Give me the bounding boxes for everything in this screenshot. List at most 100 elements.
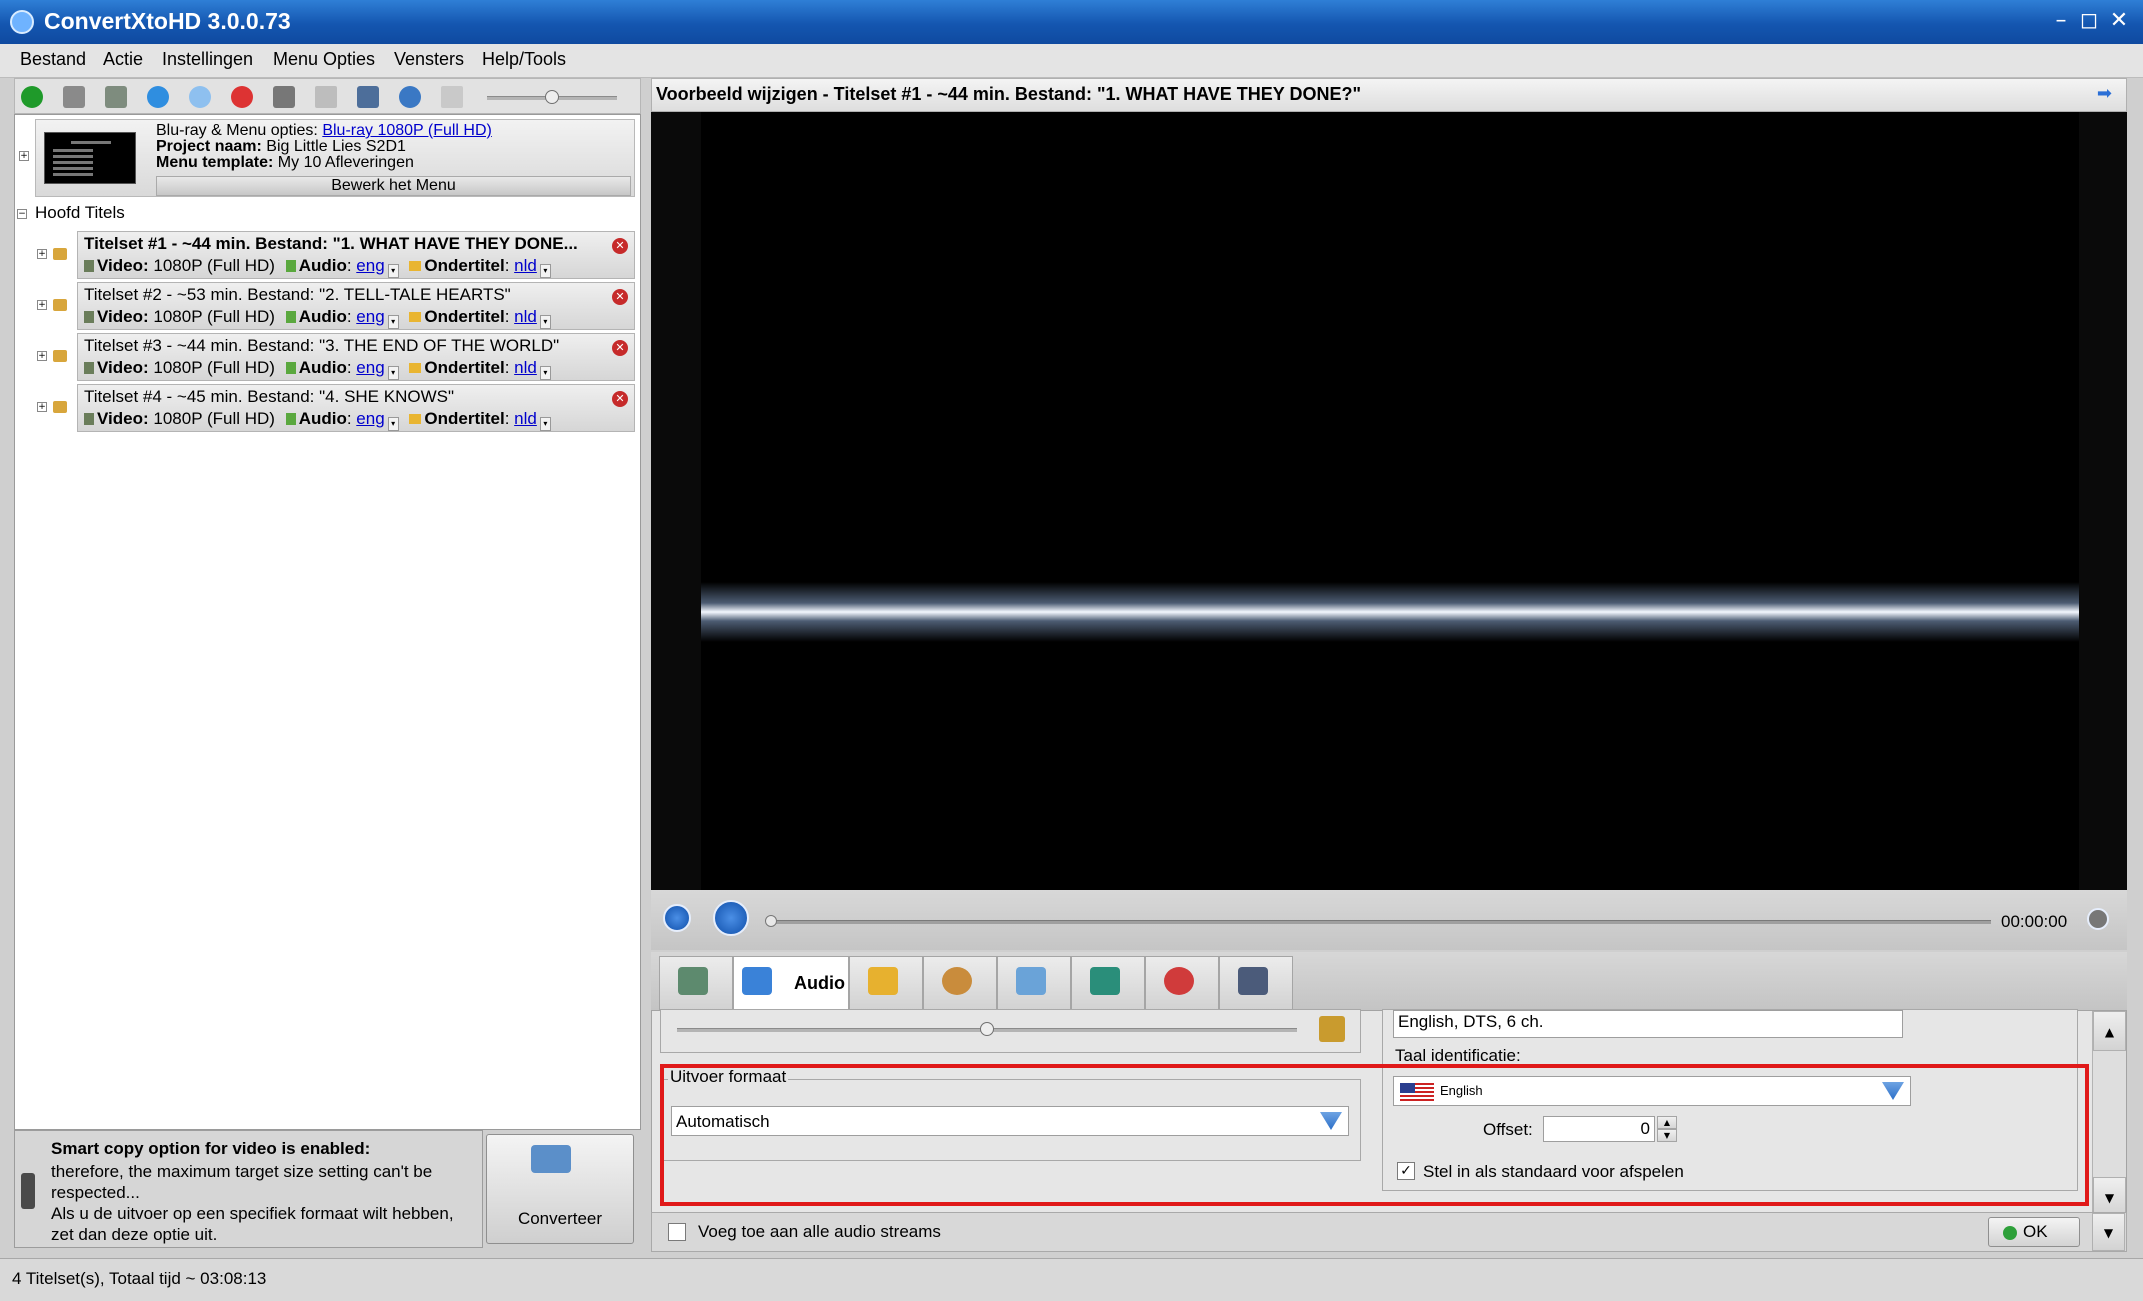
restore-button[interactable]: ◻: [2074, 6, 2104, 36]
seek-bar[interactable]: [769, 920, 1991, 924]
expand-titleset-2-icon[interactable]: +: [37, 300, 47, 310]
download-icon[interactable]: [147, 86, 169, 108]
video-tab[interactable]: [659, 956, 733, 1010]
menu-actie[interactable]: Actie: [103, 49, 143, 70]
menu-options-box: Blu-ray & Menu opties: Blu-ray 1080P (Fu…: [35, 119, 635, 197]
subtitle-tab[interactable]: [849, 956, 923, 1010]
add-all-streams-label: Voeg toe aan alle audio streams: [698, 1222, 941, 1241]
stream-description-field: English, DTS, 6 ch.: [1393, 1010, 1903, 1038]
expand-titleset-3-icon[interactable]: +: [37, 351, 47, 361]
play-button[interactable]: [713, 900, 749, 936]
preview-header: Voorbeeld wijzigen - Titelset #1 - ~44 m…: [651, 78, 2127, 112]
audio-link[interactable]: eng: [356, 409, 384, 428]
menu-thumbnail[interactable]: [44, 132, 136, 184]
save-icon[interactable]: [63, 86, 85, 108]
audio-link[interactable]: eng: [356, 358, 384, 377]
collapse-main-titles-icon[interactable]: −: [17, 209, 27, 219]
titleset-details: Video: 1080P (Full HD) Audio: eng ▾ Onder…: [84, 409, 551, 431]
titleset-title: Titelset #4 - ~45 min. Bestand: "4. SHE …: [84, 387, 454, 406]
titleset-2[interactable]: Titelset #2 - ~53 min. Bestand: "2. TELL…: [77, 282, 635, 330]
arrow-right-icon[interactable]: ➡: [2097, 83, 2112, 104]
convert-button[interactable]: Converteer: [486, 1134, 634, 1244]
app-icon: [10, 10, 34, 34]
audio-dropdown[interactable]: ▾: [387, 366, 399, 380]
project-name-label: Project naam:: [156, 138, 262, 155]
monitor-icon[interactable]: [357, 86, 379, 108]
cut-tab[interactable]: [1145, 956, 1219, 1010]
subtitle-link[interactable]: nld: [514, 256, 537, 275]
add-icon[interactable]: [21, 86, 43, 108]
page-icon[interactable]: [315, 86, 337, 108]
titleset-title: Titelset #1 - ~44 min. Bestand: "1. WHAT…: [84, 234, 578, 253]
subtitle-dropdown[interactable]: ▾: [539, 417, 551, 431]
menu-vensters[interactable]: Vensters: [394, 49, 464, 70]
remove-titleset-icon[interactable]: ✕: [612, 391, 628, 407]
titleset-1[interactable]: Titelset #1 - ~44 min. Bestand: "1. WHAT…: [77, 231, 635, 279]
chapters-tab[interactable]: [923, 956, 997, 1010]
subtitle-dropdown[interactable]: ▾: [539, 264, 551, 278]
audio-link[interactable]: eng: [356, 256, 384, 275]
subtitle-label: Ondertitel: [424, 307, 505, 326]
disc-icon[interactable]: [399, 86, 421, 108]
resize-icon: [1090, 967, 1120, 995]
delete-icon[interactable]: [231, 86, 253, 108]
menu-bestand[interactable]: Bestand: [20, 49, 86, 70]
document-icon[interactable]: [441, 86, 463, 108]
remove-titleset-icon[interactable]: ✕: [612, 238, 628, 254]
stream-description: English, DTS, 6 ch.: [1398, 1012, 1544, 1031]
expand-project-icon[interactable]: +: [19, 151, 29, 161]
info-icon[interactable]: [189, 86, 211, 108]
titleset-details: Video: 1080P (Full HD) Audio: eng ▾ Onder…: [84, 307, 551, 329]
bluray-options-link[interactable]: Blu-ray 1080P (Full HD): [322, 122, 492, 139]
scroll-down-button[interactable]: ▼: [2093, 1177, 2126, 1217]
remove-titleset-icon[interactable]: ✕: [612, 289, 628, 305]
subtitle-link[interactable]: nld: [514, 409, 537, 428]
main-titles-node[interactable]: Hoofd Titels: [35, 203, 125, 223]
audio-dropdown[interactable]: ▾: [387, 315, 399, 329]
video-preview[interactable]: [651, 112, 2127, 890]
title-bar: ConvertXtoHD 3.0.0.73 – ◻ ✕: [0, 0, 2143, 44]
scroll-down-small-button[interactable]: ▼: [2092, 1213, 2125, 1251]
audio-tab-label: Audio: [794, 973, 845, 993]
vertical-scrollbar[interactable]: ▲ ▼: [2092, 1011, 2126, 1217]
volume-knob[interactable]: [980, 1022, 994, 1036]
titleset-3[interactable]: Titelset #3 - ~44 min. Bestand: "3. THE …: [77, 333, 635, 381]
stop-button[interactable]: [663, 904, 691, 932]
subtitle-link[interactable]: nld: [514, 358, 537, 377]
audio-dropdown[interactable]: ▾: [387, 417, 399, 431]
minimize-button[interactable]: –: [2046, 6, 2076, 36]
stopwatch-icon: [942, 967, 972, 995]
add-all-streams-checkbox[interactable]: [668, 1223, 686, 1241]
audio-link[interactable]: eng: [356, 307, 384, 326]
tools-icon[interactable]: [273, 86, 295, 108]
audio-tab[interactable]: Audio: [733, 956, 849, 1012]
subtitle-dropdown[interactable]: ▾: [539, 366, 551, 380]
audio-dropdown[interactable]: ▾: [387, 264, 399, 278]
audio-label: Audio: [298, 256, 347, 275]
remove-titleset-icon[interactable]: ✕: [612, 340, 628, 356]
video-light-streak: [701, 582, 2079, 642]
close-button[interactable]: ✕: [2104, 6, 2134, 36]
menu-tab[interactable]: [997, 956, 1071, 1010]
panel-splitter[interactable]: [641, 78, 651, 1258]
scroll-up-button[interactable]: ▲: [2093, 1011, 2126, 1051]
menu-help-tools[interactable]: Help/Tools: [482, 49, 566, 70]
picture-icon: [1016, 967, 1046, 995]
resize-tab[interactable]: [1071, 956, 1145, 1010]
menu-menu-opties[interactable]: Menu Opties: [273, 49, 375, 70]
menu-instellingen[interactable]: Instellingen: [162, 49, 253, 70]
zoom-slider-knob[interactable]: [545, 90, 559, 104]
seek-knob[interactable]: [765, 915, 777, 927]
expand-titleset-1-icon[interactable]: +: [37, 249, 47, 259]
volume-icon[interactable]: [2087, 908, 2109, 930]
wand-icon[interactable]: [1319, 1016, 1345, 1042]
expand-titleset-4-icon[interactable]: +: [37, 402, 47, 412]
edit-menu-button[interactable]: Bewerk het Menu: [156, 176, 631, 196]
ok-label: OK: [2023, 1222, 2048, 1241]
subtitle-dropdown[interactable]: ▾: [539, 315, 551, 329]
settings-icon[interactable]: [105, 86, 127, 108]
titleset-4[interactable]: Titelset #4 - ~45 min. Bestand: "4. SHE …: [77, 384, 635, 432]
film-tab[interactable]: [1219, 956, 1293, 1010]
subtitle-link[interactable]: nld: [514, 307, 537, 326]
ok-button[interactable]: OK: [1988, 1217, 2080, 1247]
